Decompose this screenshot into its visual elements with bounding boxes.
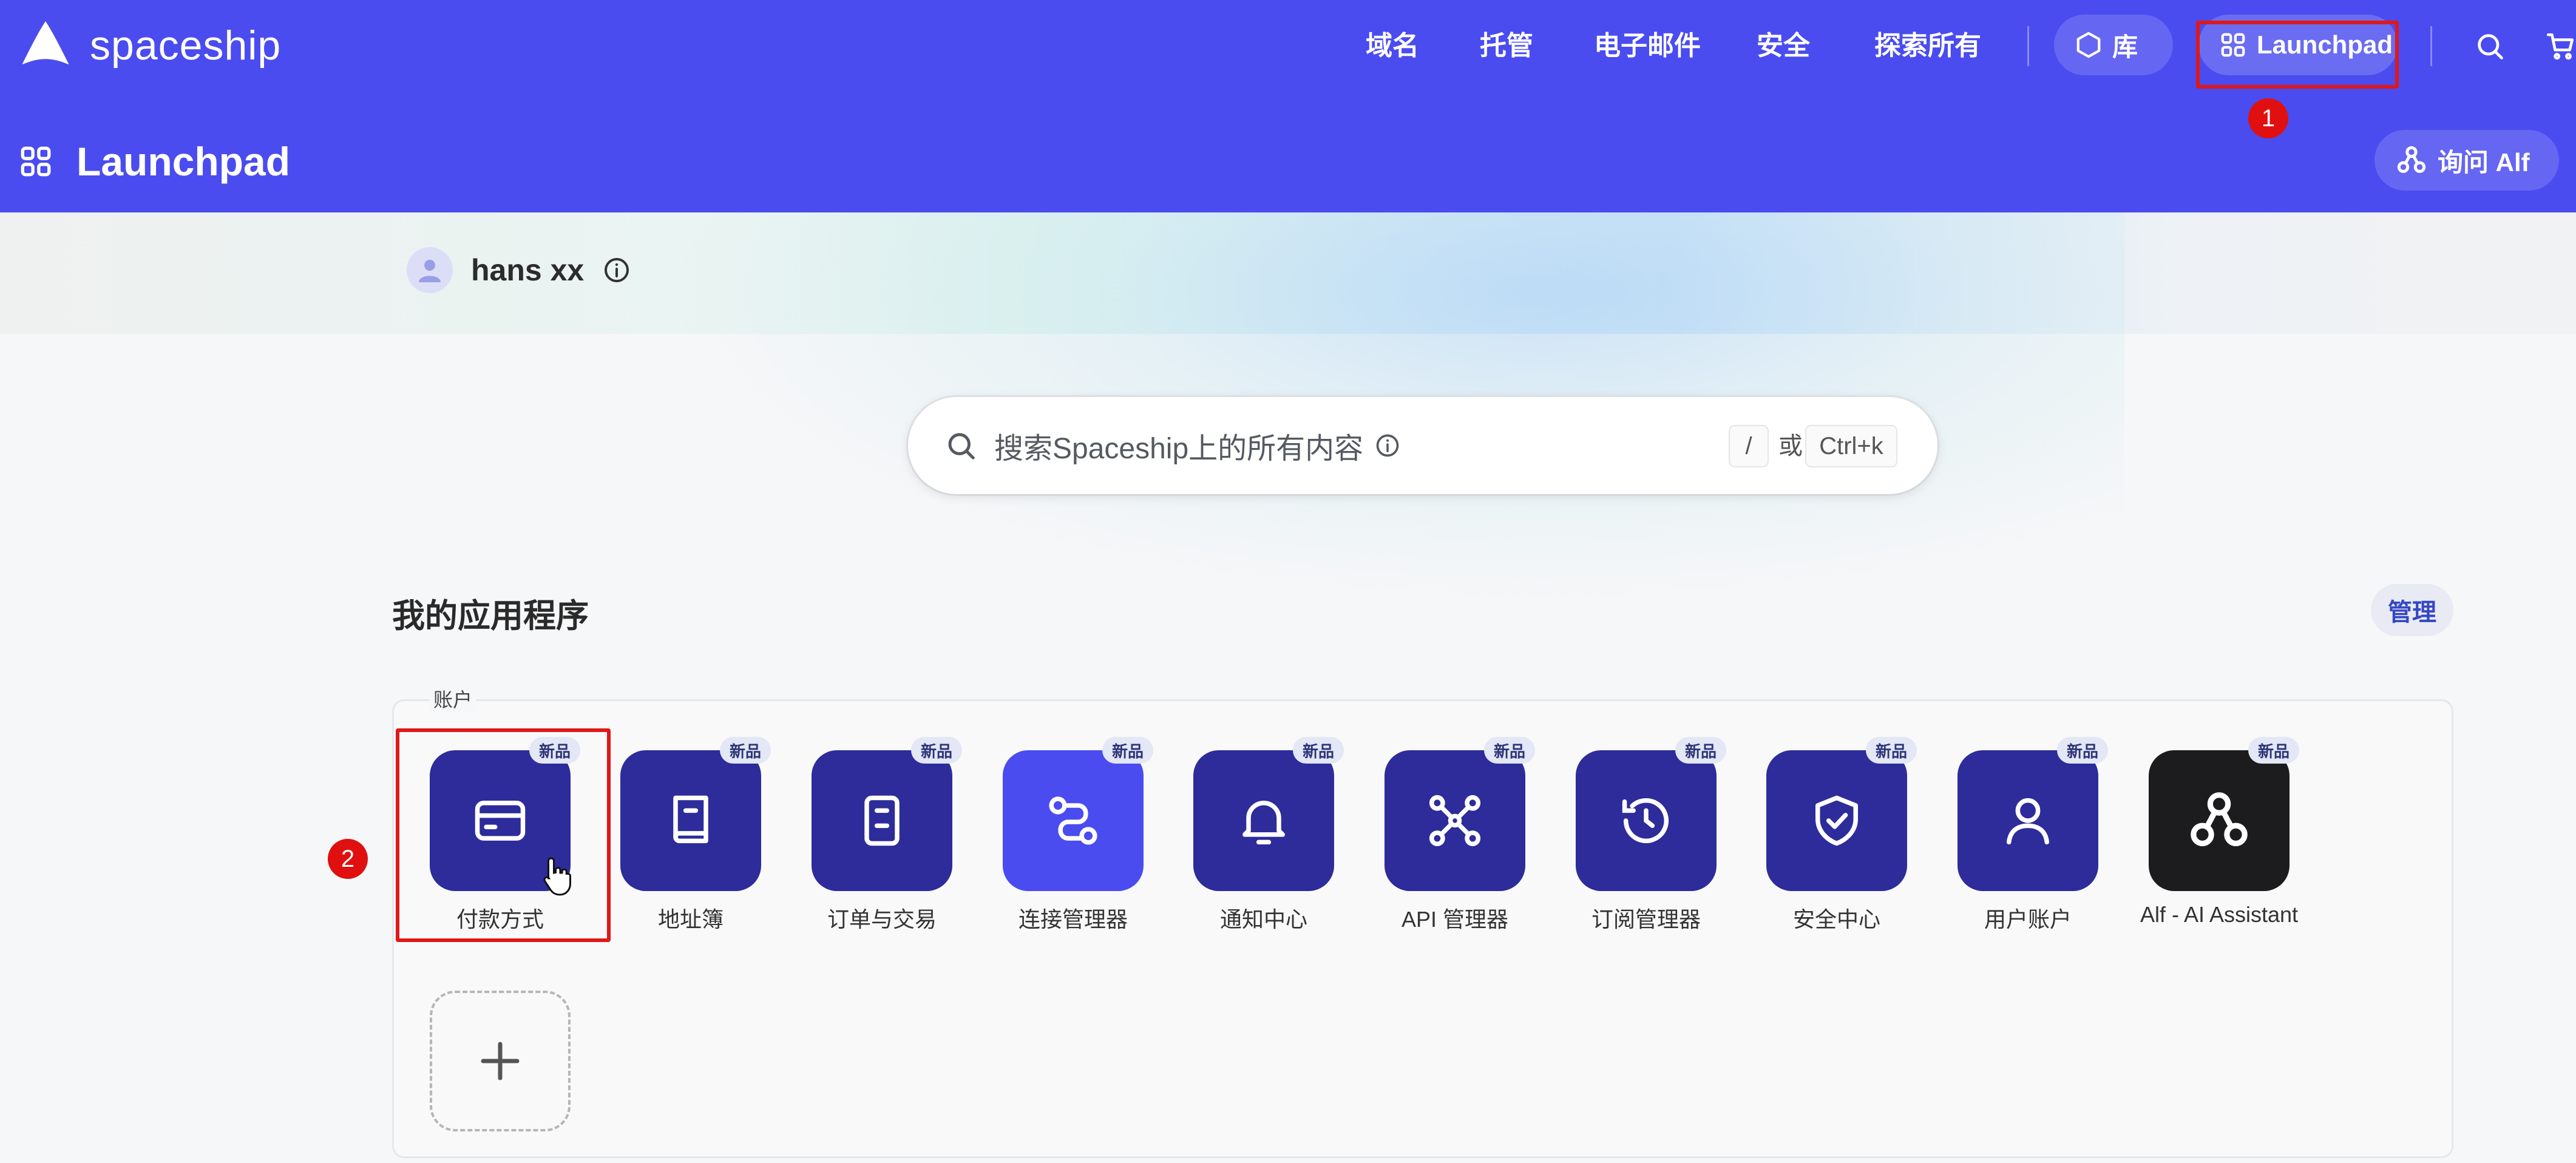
app-connection-manager[interactable]: 新品 连接管理器 — [1003, 737, 1153, 934]
app-security-center[interactable]: 新品 安全中心 — [1766, 737, 1917, 934]
info-icon[interactable] — [1374, 432, 1401, 459]
new-badge: 新品 — [1865, 737, 1917, 764]
app-label: 通知中心 — [1219, 907, 1307, 932]
app-label: API 管理器 — [1401, 907, 1509, 932]
top-navbar — [0, 0, 2576, 212]
manage-button[interactable]: 管理 — [2371, 584, 2453, 636]
avatar — [407, 247, 453, 293]
brand-name: spaceship — [90, 22, 282, 69]
app-icon-tile: 新品 — [1957, 737, 2108, 891]
alf-icon — [2397, 146, 2426, 173]
nav-item-explore-all[interactable]: 探索所有 — [1874, 22, 1981, 70]
orders-icon — [864, 795, 900, 846]
nav-item-domains[interactable]: 域名 — [1366, 22, 1419, 70]
search-bar[interactable]: 搜索Spaceship上的所有内容 / 或 Ctrl+k — [908, 397, 1937, 494]
hexagon-icon — [2076, 32, 2101, 58]
address-book-icon — [673, 795, 708, 844]
app-address-book[interactable]: 新品 地址簿 — [620, 737, 771, 934]
user-icon — [2007, 798, 2049, 845]
app-icon-tile: 新品 — [2149, 737, 2299, 891]
highlight-box-payment — [396, 728, 611, 942]
launchpad-header: Launchpad — [18, 137, 290, 186]
app-api-manager[interactable]: 新品 API 管理器 — [1385, 737, 1535, 934]
ask-alf-button[interactable]: 询问 Alf — [2374, 130, 2559, 191]
new-badge: 新品 — [1102, 737, 1153, 764]
user-name: hans xx — [471, 253, 585, 287]
highlight-box-launchpad — [2196, 21, 2399, 89]
step-badge-2: 2 — [328, 839, 368, 879]
plus-icon — [481, 1042, 520, 1080]
new-badge: 新品 — [2248, 737, 2299, 764]
subscription-icon — [1622, 798, 1669, 844]
add-app-button[interactable] — [430, 991, 571, 1131]
info-icon[interactable] — [602, 256, 631, 285]
hand-cursor-icon — [543, 857, 571, 896]
rocket-logo-icon — [22, 21, 69, 65]
user-avatar-icon — [419, 260, 441, 282]
page-title: Launchpad — [76, 139, 291, 184]
app-label: 地址簿 — [657, 907, 724, 932]
app-label: 订阅管理器 — [1591, 907, 1701, 932]
group-label: 账户 — [430, 685, 476, 713]
library-label: 库 — [2112, 32, 2138, 61]
shortcut-or: 或 — [1778, 433, 1803, 459]
app-icon-tile: 新品 — [812, 737, 962, 891]
api-icon — [1429, 795, 1481, 847]
new-badge: 新品 — [1292, 737, 1344, 764]
app-user-account[interactable]: 新品 用户账户 — [1957, 737, 2108, 934]
nav-divider — [2027, 26, 2029, 66]
shortcut-ctrl-k: Ctrl+k — [1805, 425, 1897, 467]
new-badge: 新品 — [719, 737, 771, 764]
search-icon — [948, 433, 975, 459]
ask-alf-label: 询问 Alf — [2438, 147, 2530, 177]
app-orders-transactions[interactable]: 新品 订单与交易 — [812, 737, 962, 934]
new-badge: 新品 — [1483, 737, 1535, 764]
app-label: 连接管理器 — [1018, 907, 1128, 932]
library-button[interactable]: 库 — [2054, 15, 2173, 75]
search-icon[interactable] — [2474, 30, 2506, 62]
step-badge-1: 1 — [2248, 98, 2288, 138]
new-badge: 新品 — [910, 737, 962, 764]
grid-icon — [21, 146, 51, 177]
cart-icon[interactable] — [2546, 30, 2576, 62]
app-label: 用户账户 — [1984, 907, 2072, 932]
app-icon-tile: 新品 — [1576, 737, 1726, 891]
app-icon-tile: 新品 — [1003, 737, 1153, 891]
nav-item-email[interactable]: 电子邮件 — [1594, 22, 1701, 70]
nav-item-security[interactable]: 安全 — [1757, 22, 1810, 70]
new-badge: 新品 — [1675, 737, 1726, 764]
connection-icon — [1049, 796, 1097, 845]
section-title: 我的应用程序 — [392, 598, 589, 634]
nav-item-hosting[interactable]: 托管 — [1480, 22, 1533, 70]
app-label: Alf - AI Assistant — [2140, 902, 2299, 927]
app-icon-tile: 新品 — [1766, 737, 1917, 891]
app-icon-tile: 新品 — [1193, 737, 1344, 891]
app-icon-tile: 新品 — [620, 737, 771, 891]
app-subscription-manager[interactable]: 新品 订阅管理器 — [1576, 737, 1726, 934]
app-icon-tile: 新品 — [1385, 737, 1535, 891]
app-label: 订单与交易 — [827, 907, 937, 932]
search-input[interactable]: 搜索Spaceship上的所有内容 — [994, 424, 1363, 467]
user-info: hans xx — [407, 243, 631, 297]
new-badge: 新品 — [2056, 737, 2108, 764]
app-label: 安全中心 — [1792, 907, 1880, 932]
spaceship-logo[interactable]: spaceship — [18, 18, 281, 73]
shortcut-slash: / — [1729, 425, 1769, 467]
app-alf-ai-assistant[interactable]: 新品 Alf - AI Assistant — [2140, 737, 2299, 927]
hero-banner — [0, 212, 2576, 334]
shield-icon — [1815, 795, 1858, 846]
bell-icon — [1242, 801, 1285, 845]
app-notification-center[interactable]: 新品 通知中心 — [1193, 737, 1344, 934]
nav-divider — [2430, 26, 2432, 66]
alf-icon — [2191, 792, 2248, 847]
